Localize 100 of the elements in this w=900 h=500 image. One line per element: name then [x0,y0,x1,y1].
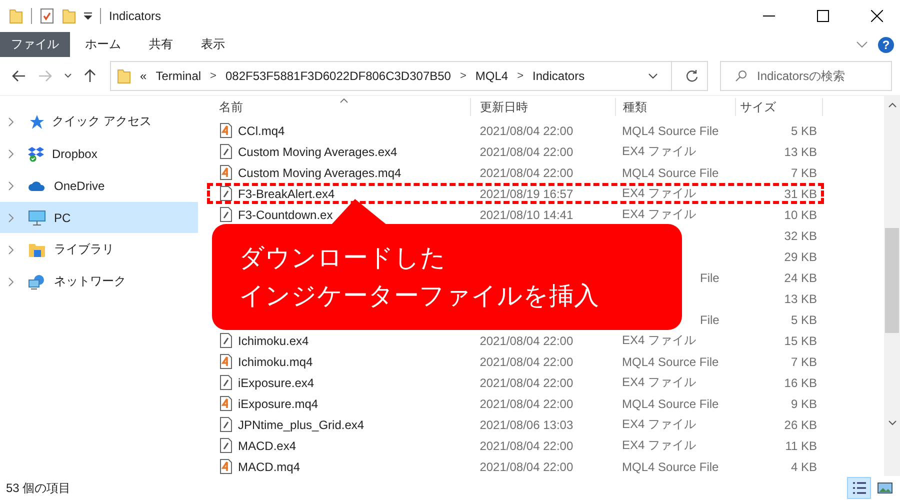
file-size: 16 KB [784,376,817,390]
help-button[interactable]: ? [878,36,894,52]
file-name[interactable]: Custom Moving Averages.ex4 [238,144,398,158]
file-name[interactable]: iExposure.ex4 [238,376,314,390]
scroll-down-icon[interactable] [888,420,896,426]
column-header[interactable]: 更新日時 [471,98,616,116]
file-size: 32 KB [784,228,817,242]
modified-date: 2021/08/04 22:00 [480,354,574,368]
file-type: EX4 ファイル [622,416,696,433]
properties-icon[interactable] [40,8,54,24]
scroll-thumb[interactable] [885,228,899,333]
refresh-icon[interactable] [685,69,699,83]
modified-date: 2021/08/04 22:00 [480,144,574,158]
modified-date: 2021/08/04 22:00 [480,334,574,348]
ribbon-tab[interactable]: ホーム [72,32,134,57]
modified-date: 2021/08/04 22:00 [480,460,574,474]
ribbon-tab[interactable]: 共有 [136,32,186,57]
file-name[interactable]: iExposure.mq4 [238,396,318,410]
modified-date: 2021/08/10 14:41 [480,208,574,222]
file-size: 10 KB [784,208,817,222]
file-name[interactable]: CCl.mq4 [238,124,285,138]
file-type: EX4 ファイル [622,185,696,202]
file-size: 7 KB [790,354,817,368]
file-name[interactable]: MACD.mq4 [238,460,300,474]
file-name[interactable]: JPNtime_plus_Grid.ex4 [238,418,364,432]
file-type: MQL4 Source File [622,460,719,474]
scrollbar[interactable] [884,96,900,476]
sidebar-item[interactable]: PC [0,202,198,233]
file-type: File [700,312,720,326]
file-name[interactable]: F3-Countdown.ex [238,208,333,222]
details-view-icon[interactable] [848,478,870,498]
file-size: 13 KB [784,144,817,158]
file-size: 26 KB [784,418,817,432]
chevron-down-icon[interactable] [648,73,658,79]
ribbon-tab[interactable]: 表示 [188,32,238,57]
chevron-down-icon[interactable] [64,73,72,79]
overflow-chevron[interactable]: « [140,69,147,83]
breadcrumb-separator: > [517,70,524,82]
chevron-right-icon[interactable] [8,116,14,126]
column-header[interactable]: サイズ [736,98,823,116]
file-icon [220,333,232,348]
search-input[interactable]: Indicatorsの検索 [755,68,879,84]
file-icon [220,417,232,432]
folder-icon [28,242,46,258]
column-header[interactable]: 種類 [616,98,736,116]
file-size: 29 KB [784,250,817,264]
breadcrumb-separator: > [210,70,216,82]
callout-text: インジケーターファイルを挿入 [239,281,600,311]
file-type: MQL4 Source File [622,124,719,138]
script-file-icon [220,123,232,138]
monitor-icon [28,210,46,226]
file-name[interactable]: MACD.ex4 [238,438,296,452]
file-type: MQL4 Source File [622,354,719,368]
file-type: EX4 ファイル [622,206,696,223]
up-arrow-icon[interactable] [84,69,96,83]
sidebar-item[interactable]: クイック アクセス [0,106,198,137]
breadcrumb[interactable]: Indicators [532,69,585,83]
star-icon [28,114,44,130]
close-icon[interactable] [871,10,883,22]
chevron-right-icon[interactable] [8,148,14,158]
address-bar[interactable]: « Terminal > 082F53F5881F3D6022DF806C3D307B50 > MQL4 > Indicators [110,61,708,91]
file-type: File [700,270,720,284]
modified-date: 2021/08/04 22:00 [480,396,574,410]
file-type: MQL4 Source File [622,166,719,180]
file-name[interactable]: Custom Moving Averages.mq4 [238,166,402,180]
chevron-right-icon[interactable] [8,180,14,190]
scroll-up-icon[interactable] [888,102,896,108]
dropbox-icon [28,146,44,162]
modified-date: 2021/08/04 22:00 [480,376,574,390]
file-name[interactable]: Ichimoku.mq4 [238,354,313,368]
file-icon [220,144,232,159]
breadcrumb-separator: > [460,70,466,82]
item-count: 53 個の項目 [6,480,71,496]
sidebar-item[interactable]: OneDrive [0,170,198,201]
folder-icon [117,68,131,84]
file-size: 7 KB [790,166,817,180]
chevron-right-icon[interactable] [8,244,14,254]
script-file-icon [220,396,232,411]
dropdown-icon[interactable] [84,12,92,20]
chevron-right-icon[interactable] [8,276,14,286]
sidebar-item[interactable]: Dropbox [0,138,198,169]
modified-date: 2021/08/06 13:03 [480,418,574,432]
sidebar-item[interactable]: ネットワーク [0,266,198,297]
search-field[interactable]: Indicatorsの検索 [720,61,892,91]
callout-text: ダウンロードした [239,243,447,273]
breadcrumb[interactable]: 082F53F5881F3D6022DF806C3D307B50 [225,69,451,83]
sidebar-item[interactable]: ライブラリ [0,234,198,265]
file-name[interactable]: F3-BreakAlert.ex4 [238,186,335,200]
breadcrumb[interactable]: MQL4 [475,69,508,83]
maximize-icon[interactable] [817,10,829,22]
file-name[interactable]: Ichimoku.ex4 [238,334,309,348]
chevron-right-icon[interactable] [8,212,14,222]
modified-date: 2021/08/04 22:00 [480,124,574,138]
ribbon-tab[interactable]: ファイル [0,32,70,57]
file-size: 11 KB [785,438,817,452]
column-header[interactable]: 名前 [209,98,471,116]
modified-date: 2021/08/19 16:57 [480,186,574,200]
breadcrumb[interactable]: Terminal [156,69,202,83]
modified-date: 2021/08/04 22:00 [480,438,574,452]
back-arrow-icon[interactable] [12,70,26,82]
